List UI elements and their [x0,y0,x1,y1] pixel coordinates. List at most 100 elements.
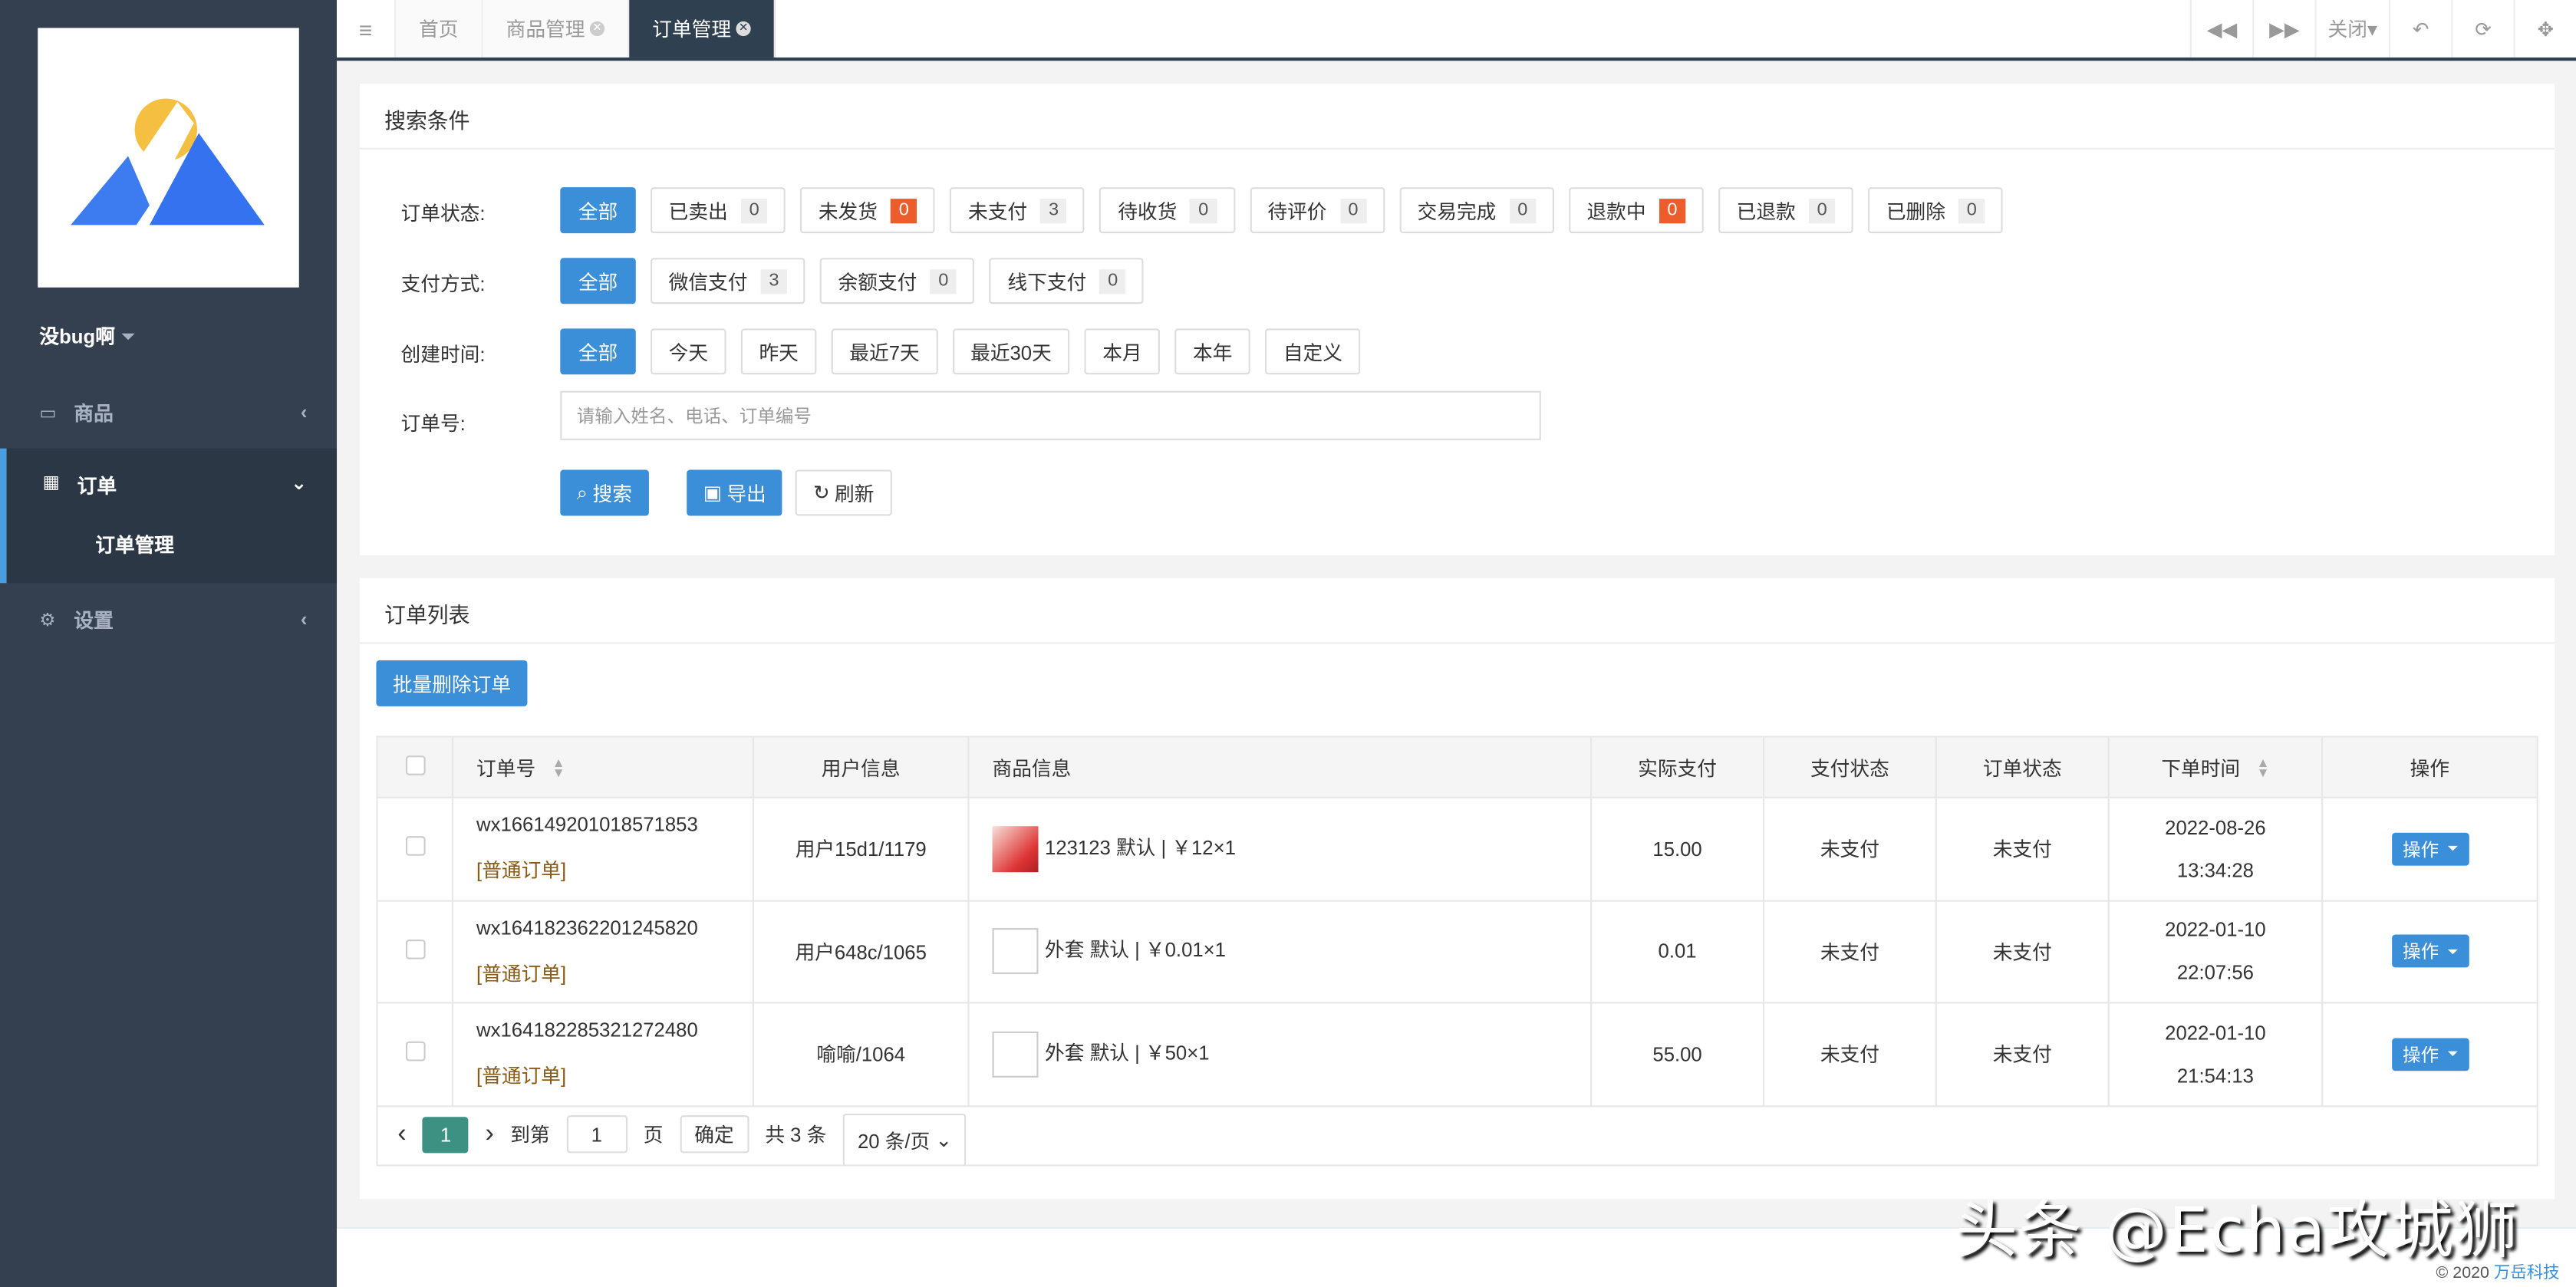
filter-deleted[interactable]: 已删除 0 [1868,187,2004,234]
label: 批量删除订单 [392,672,512,696]
header-user: 用户信息 [752,736,970,798]
close-label: 关闭 [2327,18,2367,41]
filter-sold[interactable]: 已卖出 0 [651,187,786,234]
page-size-select[interactable]: 20 条/页 ⌄ [842,1112,967,1166]
tab-label: 首页 [419,18,459,41]
batch-delete-button[interactable]: 批量删除订单 [376,660,528,706]
scroll-right-icon[interactable]: ▶▶ [2252,0,2315,58]
pagination: ‹ 1 › 到第 1 页 确定 共 3 条 20 条/页 ⌄ [376,1104,2538,1167]
chevron-down-icon: ⌄ [290,471,308,495]
filter-unshipped[interactable]: 未发货 0 [800,187,936,234]
label: 待评价 [1267,199,1327,223]
pay-offline[interactable]: 线下支付 0 [989,258,1145,304]
pay-wechat[interactable]: 微信支付 3 [651,258,805,304]
search-icon: ⌕ [576,480,588,504]
label: 搜索 [592,482,632,505]
placeholder: 请输入姓名、电话、订单编号 [576,407,812,427]
action-dropdown-button[interactable]: 操作 [2391,832,2469,866]
order-status: 未支付 [1935,1002,2110,1107]
tab-home[interactable]: 首页 [396,0,483,58]
row-checkbox[interactable] [404,836,425,857]
goods-info: 123123 默认 | ￥12×1 [1045,835,1236,859]
filter-completed[interactable]: 交易完成 0 [1399,187,1554,234]
sidebar-item-settings[interactable]: ⚙ 设置 ‹ [0,584,337,653]
order-search-input[interactable]: 请输入姓名、电话、订单编号 [560,390,1541,440]
select-all-checkbox[interactable] [404,755,425,775]
row-checkbox[interactable] [404,939,425,959]
order-time: 13:34:28 [2176,858,2254,882]
time-today[interactable]: 今天 [651,328,726,375]
filter-all[interactable]: 全部 [560,187,636,234]
refresh-icon[interactable]: ⟳ [2451,0,2514,58]
filter-to-review[interactable]: 待评价 0 [1249,187,1385,234]
search-button[interactable]: ⌕ 搜索 [560,469,649,516]
status-filter: 全部 已卖出 0 未发货 0 未支付 3 待收货 0 待评价 0 交易完成 0 退款中 0 已… [560,187,2004,234]
laptop-icon: ▭ [39,403,57,423]
time-all[interactable]: 全部 [560,328,636,375]
label: 已退款 [1736,199,1796,223]
time-year[interactable]: 本年 [1174,328,1251,375]
filter-refunding[interactable]: 退款中 0 [1568,187,1704,234]
count-badge: 0 [891,198,917,223]
order-no: wx164182285321272480 [476,1019,698,1042]
caret-down-icon [2446,1052,2457,1062]
sidebar-subitem-order-management[interactable]: 订单管理 [95,531,174,558]
prev-page-icon[interactable]: ‹ [397,1119,406,1149]
scroll-left-icon[interactable]: ◀◀ [2189,0,2253,58]
sidebar-item-orders[interactable]: ▦ 订单 ⌄ [0,448,338,584]
order-no: wx164182362201245820 [476,916,698,940]
time-month[interactable]: 本月 [1084,328,1161,375]
refresh-button[interactable]: ↻ 刷新 [795,469,893,516]
filter-to-receive[interactable]: 待收货 0 [1099,187,1235,234]
time-7days[interactable]: 最近7天 [831,328,938,375]
tab-order-management[interactable]: 订单管理 ✕ [629,0,776,58]
close-icon[interactable]: ✕ [589,21,605,37]
order-date: 2022-01-10 [2165,1021,2266,1045]
close-tabs-dropdown[interactable]: 关闭 ▾ [2314,0,2389,58]
divider [337,57,2576,61]
pay-label: 支付方式: [400,272,486,296]
row-checkbox[interactable] [404,1042,425,1062]
pay-filter: 全部 微信支付 3 余额支付 0 线下支付 0 [560,258,1145,304]
filter-unpaid[interactable]: 未支付 3 [950,187,1085,234]
count-badge: 0 [1099,268,1126,294]
header-label: 下单时间 [2161,756,2241,780]
sortable-header[interactable]: 下单时间 ▲ ▼ [2107,736,2324,798]
menu-toggle-icon[interactable]: ≡ [337,0,397,58]
user-menu[interactable]: 没bug啊 [39,322,135,350]
action-dropdown-button[interactable]: 操作 [2391,935,2469,968]
order-time: 22:07:56 [2176,961,2254,985]
fullscreen-move-icon[interactable]: ✥ [2513,0,2576,58]
gear-icon: ⚙ [39,610,56,630]
tab-goods-management[interactable]: 商品管理 ✕ [483,0,630,58]
close-icon[interactable]: ✕ [736,21,751,37]
page-input[interactable]: 1 [566,1115,628,1154]
total-count: 共 3 条 [765,1123,827,1147]
user-info: 喻喻/1064 [752,1002,970,1107]
next-page-icon[interactable]: › [485,1119,493,1149]
broken-image-icon [992,928,1039,975]
filter-refunded[interactable]: 已退款 0 [1718,187,1854,234]
broken-image-icon [992,1031,1039,1078]
time-yesterday[interactable]: 昨天 [740,328,817,375]
pay-all[interactable]: 全部 [560,258,636,304]
pay-balance[interactable]: 余额支付 0 [819,258,975,304]
user-info: 用户648c/1065 [752,899,970,1004]
username: 没bug啊 [39,325,115,349]
action-dropdown-button[interactable]: 操作 [2391,1037,2469,1071]
label: 全部 [578,270,618,294]
order-type: [普通订单] [476,1065,567,1088]
export-button[interactable]: ▣ 导出 [687,469,783,516]
confirm-button[interactable]: 确定 [679,1115,749,1154]
pay-status: 未支付 [1762,1002,1937,1107]
paid-amount: 55.00 [1590,1002,1765,1107]
time-label: 创建时间: [400,343,486,367]
page-1-button[interactable]: 1 [423,1116,469,1153]
order-time: 21:54:13 [2176,1064,2254,1088]
sortable-header[interactable]: 订单号 ▲ ▼ [451,736,754,798]
time-custom[interactable]: 自定义 [1265,328,1361,375]
back-icon[interactable]: ↶ [2388,0,2452,58]
sidebar-item-goods[interactable]: ▭ 商品 ‹ [0,378,337,447]
order-type: [普通订单] [476,962,567,986]
time-30days[interactable]: 最近30天 [952,328,1070,375]
